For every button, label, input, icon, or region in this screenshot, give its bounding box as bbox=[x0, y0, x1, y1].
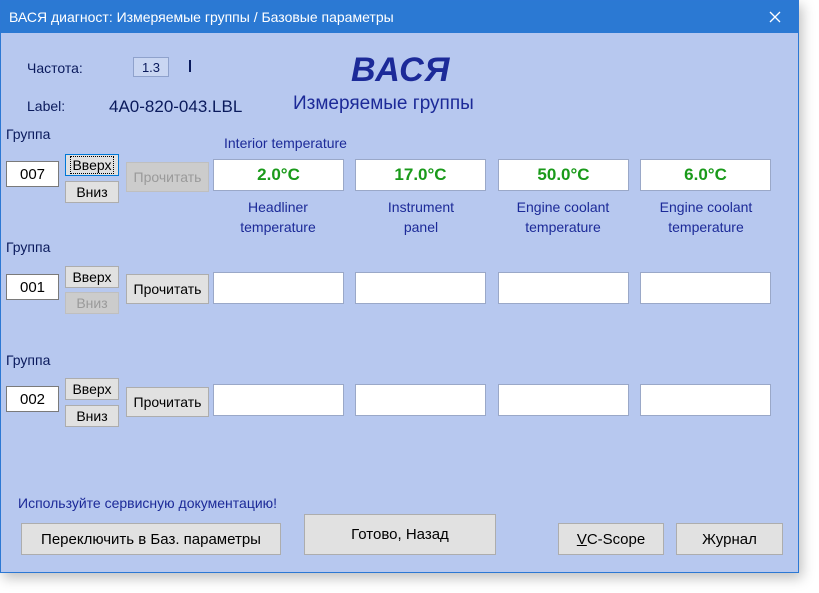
value-caption: Engine coolant temperature bbox=[516, 199, 610, 235]
service-hint: Используйте сервисную документацию! bbox=[18, 495, 278, 511]
title-bar[interactable]: ВАСЯ диагност: Измеряемые группы / Базов… bbox=[1, 1, 798, 33]
close-button[interactable] bbox=[752, 1, 798, 33]
group-title: Interior temperature bbox=[224, 135, 347, 151]
group-number-input[interactable]: 002 bbox=[6, 386, 59, 412]
label-caption: Label: bbox=[27, 98, 66, 114]
value-field bbox=[213, 272, 344, 304]
value-field bbox=[640, 384, 771, 416]
frequency-value: 1.3 bbox=[133, 57, 169, 77]
value-caption: Engine coolant temperature bbox=[659, 199, 753, 235]
close-icon bbox=[769, 11, 781, 23]
value-field: 2.0°C bbox=[213, 159, 344, 191]
frequency-label: Частота: bbox=[27, 60, 83, 76]
done-back-button[interactable]: Готово, Назад bbox=[304, 514, 496, 555]
value-field bbox=[498, 384, 629, 416]
value-caption: Headliner temperature bbox=[240, 199, 316, 235]
read-button[interactable]: Прочитать bbox=[126, 274, 209, 304]
read-button[interactable]: Прочитать bbox=[126, 387, 209, 417]
vc-scope-button[interactable]: V C-Scope bbox=[558, 523, 664, 555]
group-up-button[interactable]: Вверх bbox=[65, 378, 119, 400]
value-field bbox=[355, 384, 486, 416]
brand-logo: ВАСЯ bbox=[351, 51, 451, 89]
page-title: Измеряемые группы bbox=[293, 93, 474, 114]
read-button[interactable]: Прочитать bbox=[126, 162, 209, 192]
group-up-button[interactable]: Вверх bbox=[65, 154, 119, 176]
app-window: ВАСЯ диагност: Измеряемые группы / Базов… bbox=[0, 0, 799, 573]
value-field: 50.0°C bbox=[498, 159, 629, 191]
value-field: 6.0°C bbox=[640, 159, 771, 191]
group-down-button[interactable]: Вниз bbox=[65, 292, 119, 314]
value-field bbox=[213, 384, 344, 416]
value-caption: Instrument panel bbox=[387, 199, 455, 235]
group-down-button[interactable]: Вниз bbox=[65, 405, 119, 427]
frequency-indicator bbox=[189, 60, 191, 72]
log-button[interactable]: Журнал bbox=[676, 523, 783, 555]
window-title: ВАСЯ диагност: Измеряемые группы / Базов… bbox=[9, 9, 394, 25]
client-area: Частота: 1.3 Label: 4A0-820-043.LBL ВАСЯ… bbox=[1, 33, 798, 572]
value-field bbox=[355, 272, 486, 304]
value-field: 17.0°C bbox=[355, 159, 486, 191]
group-label: Группа bbox=[6, 126, 51, 142]
group-label: Группа bbox=[6, 239, 51, 255]
group-down-button[interactable]: Вниз bbox=[65, 181, 119, 203]
label-file: 4A0-820-043.LBL bbox=[109, 97, 243, 116]
switch-basic-params-button[interactable]: Переключить в Баз. параметры bbox=[21, 523, 281, 555]
group-number-input[interactable]: 001 bbox=[6, 274, 59, 300]
value-field bbox=[498, 272, 629, 304]
group-number-input[interactable]: 007 bbox=[6, 161, 59, 187]
value-field bbox=[640, 272, 771, 304]
group-up-button[interactable]: Вверх bbox=[65, 266, 119, 288]
group-label: Группа bbox=[6, 352, 51, 368]
